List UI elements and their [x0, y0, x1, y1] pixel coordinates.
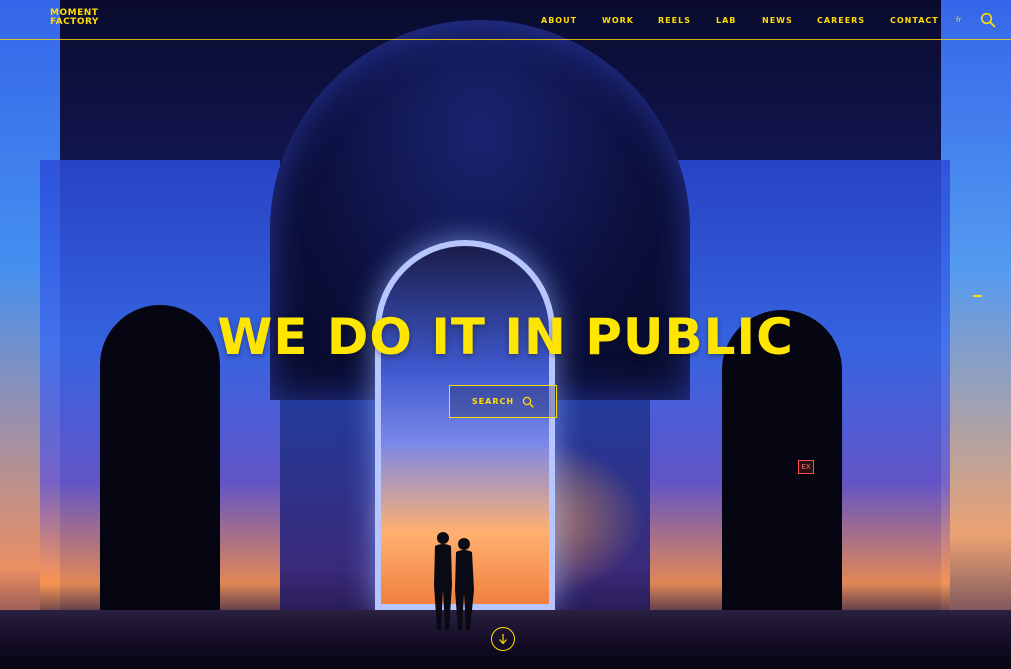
- exit-sign: EX: [798, 460, 814, 474]
- site-header: MOMENT FACTORY ABOUT WORK REELS LAB NEWS…: [0, 0, 1011, 40]
- arrow-down-icon: [499, 634, 507, 645]
- nav-item-contact[interactable]: CONTACT: [890, 16, 939, 25]
- nav-item-news[interactable]: NEWS: [762, 16, 793, 25]
- slide-indicator[interactable]: [973, 295, 982, 297]
- search-button-label: SEARCH: [471, 397, 515, 406]
- logo-line-2: FACTORY: [50, 17, 99, 27]
- hero-search-button[interactable]: SEARCH: [449, 385, 557, 418]
- search-icon: [522, 396, 534, 408]
- search-icon[interactable]: [980, 12, 996, 28]
- couple-silhouette: [434, 532, 474, 630]
- nav-item-about[interactable]: ABOUT: [541, 16, 577, 25]
- nav-item-lab[interactable]: LAB: [716, 16, 736, 25]
- language-toggle[interactable]: fr: [956, 16, 961, 24]
- nav-item-work[interactable]: WORK: [602, 16, 634, 25]
- nav-item-reels[interactable]: REELS: [658, 16, 691, 25]
- hero-headline: WE DO IT IN PUBLIC: [217, 308, 794, 366]
- nav-item-careers[interactable]: CAREERS: [817, 16, 865, 25]
- logo[interactable]: MOMENT FACTORY: [50, 9, 99, 27]
- scroll-down-button[interactable]: [491, 627, 515, 651]
